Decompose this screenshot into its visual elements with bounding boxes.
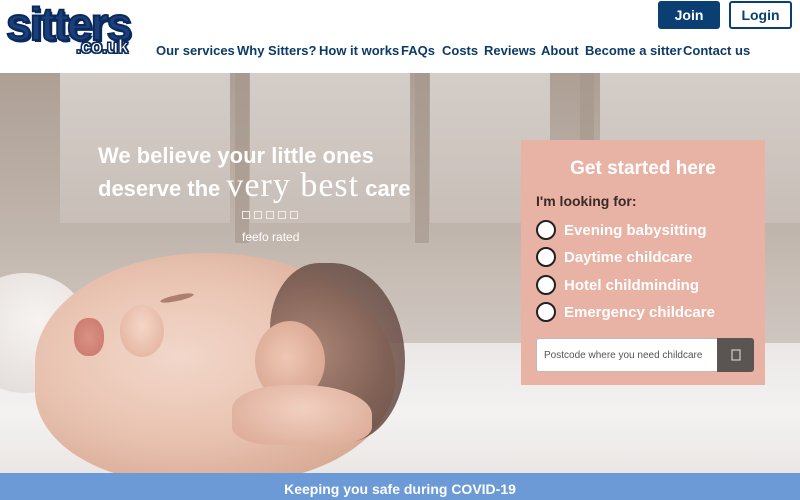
nav-about[interactable]: About	[541, 43, 579, 59]
option-label: Evening babysitting	[564, 221, 707, 239]
headline-suffix: care	[359, 176, 411, 201]
nav-costs[interactable]: Costs	[442, 43, 478, 59]
panel-title: Get started here	[570, 158, 716, 179]
headline-line-2: deserve the very best care	[98, 169, 498, 204]
login-button[interactable]: Login	[729, 1, 792, 29]
star-icon	[266, 211, 274, 219]
hero-section: We believe your little ones deserve the …	[0, 73, 800, 473]
headline-prefix: deserve the	[98, 176, 227, 201]
site-header: sitters .co.uk Join Login Our services W…	[0, 0, 800, 73]
looking-for-label: I'm looking for:	[536, 193, 637, 209]
nav-why-sitters[interactable]: Why Sitters?	[237, 43, 316, 59]
postcode-input[interactable]	[536, 338, 718, 372]
star-icon	[290, 211, 298, 219]
search-icon	[731, 349, 740, 361]
nav-our-services[interactable]: Our services	[156, 43, 235, 59]
hero-headline: We believe your little ones deserve the …	[98, 141, 498, 204]
radio-button[interactable]	[536, 220, 556, 240]
join-button[interactable]: Join	[658, 1, 720, 29]
nav-contact-us[interactable]: Contact us	[683, 43, 750, 59]
option-label: Emergency childcare	[564, 303, 715, 321]
feefo-star-rating	[242, 211, 298, 219]
feefo-rated-label[interactable]: feefo rated	[242, 230, 299, 244]
option-label: Hotel childminding	[564, 276, 699, 294]
option-daytime-childcare[interactable]: Daytime childcare	[536, 246, 692, 268]
main-nav: Our services Why Sitters? How it works F…	[0, 43, 800, 61]
star-icon	[278, 211, 286, 219]
option-evening-babysitting[interactable]: Evening babysitting	[536, 219, 707, 241]
nav-faqs[interactable]: FAQs	[401, 43, 435, 59]
option-hotel-childminding[interactable]: Hotel childminding	[536, 274, 699, 296]
nav-how-it-works[interactable]: How it works	[319, 43, 399, 59]
option-label: Daytime childcare	[564, 248, 693, 266]
postcode-search-button[interactable]	[717, 338, 754, 372]
covid-banner[interactable]: Keeping you safe during COVID-19	[0, 473, 800, 500]
nav-become-a-sitter[interactable]: Become a sitter	[585, 43, 682, 59]
headline-emphasis: very best	[226, 167, 360, 204]
get-started-panel: Get started here I'm looking for: Evenin…	[521, 140, 765, 385]
star-icon	[242, 211, 250, 219]
nav-reviews[interactable]: Reviews	[484, 43, 536, 59]
option-emergency-childcare[interactable]: Emergency childcare	[536, 301, 715, 323]
radio-button[interactable]	[536, 247, 556, 267]
radio-button[interactable]	[536, 302, 556, 322]
star-icon	[254, 211, 262, 219]
headline-line-1: We believe your little ones	[98, 143, 374, 168]
radio-button[interactable]	[536, 275, 556, 295]
